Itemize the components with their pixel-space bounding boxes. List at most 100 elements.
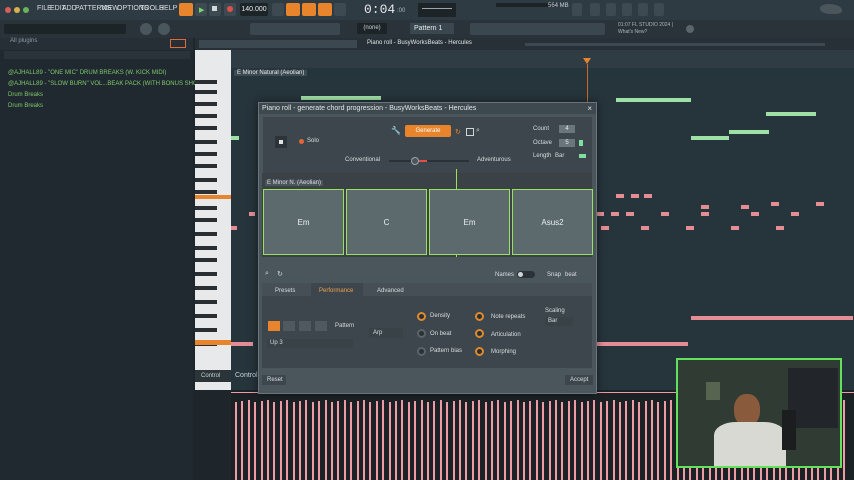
tab-advanced[interactable]: Advanced [377,288,404,294]
length-value[interactable]: Bar [555,153,564,159]
velocity-bar[interactable] [843,400,845,480]
velocity-bar[interactable] [337,401,340,480]
velocity-bar[interactable] [331,402,333,480]
velocity-bar[interactable] [663,401,666,480]
browser-search[interactable] [4,51,190,59]
velocity-bar[interactable] [350,402,353,480]
typing-keyboard-icon[interactable] [318,3,332,16]
velocity-bar[interactable] [459,400,461,480]
velocity-bar[interactable] [574,400,577,480]
chord-card-1[interactable]: Em [263,189,344,255]
pattern-bias-knob[interactable] [417,347,426,356]
morphing-knob[interactable] [475,347,484,356]
velocity-bar[interactable] [548,401,551,480]
refresh-icon[interactable]: ↻ [277,270,283,278]
channel-rack-icon[interactable] [606,3,616,16]
stop-preview-button[interactable] [275,136,287,148]
reset-button[interactable]: Reset [262,375,286,385]
velocity-bar[interactable] [241,401,244,480]
velocity-bar[interactable] [439,400,442,480]
velocity-bar[interactable] [516,400,519,480]
velocity-bar[interactable] [427,402,429,480]
arp-down-icon[interactable] [283,321,295,331]
velocity-bar[interactable] [599,402,602,480]
velocity-bar[interactable] [478,400,481,480]
refresh-icon[interactable] [572,3,582,16]
velocity-bar[interactable] [279,401,282,480]
news-line-2[interactable]: What's New? [618,29,647,35]
velocity-bar[interactable] [644,401,647,480]
playlist-icon[interactable] [654,3,664,16]
velocity-bar[interactable] [235,402,237,480]
velocity-bar[interactable] [651,400,653,480]
chord-card-3[interactable]: Em [429,189,510,255]
velocity-bar[interactable] [497,400,500,480]
browser-item[interactable]: Drum Breaks [8,103,43,109]
velocity-bar[interactable] [356,401,359,480]
metronome-icon[interactable] [272,3,284,16]
minimize-window-icon[interactable] [14,7,20,13]
velocity-bar[interactable] [555,400,557,480]
velocity-bar[interactable] [299,401,301,480]
velocity-bar[interactable] [465,402,468,480]
velocity-bar[interactable] [273,402,276,480]
zoom-icon[interactable]: ⌕ [476,127,480,135]
count-value[interactable]: 4 [559,125,575,133]
velocity-bar[interactable] [631,400,634,480]
copy-icon[interactable] [466,128,474,136]
plugin-picker-icon[interactable] [638,3,648,16]
velocity-bar[interactable] [625,401,628,480]
close-window-icon[interactable] [5,7,11,13]
help-icon[interactable] [622,3,632,16]
tab-presets[interactable]: Presets [275,288,295,294]
density-knob[interactable] [417,312,426,321]
velocity-bar[interactable] [420,400,423,480]
velocity-bar[interactable] [529,401,532,480]
scaling-dropdown[interactable]: Bar [545,317,573,326]
piano-roll-scrollbar[interactable] [525,43,825,46]
velocity-bar[interactable] [606,401,609,480]
velocity-bar[interactable] [619,402,621,480]
tab-performance[interactable]: Performance [319,288,353,294]
velocity-bar[interactable] [260,401,263,480]
pattern-song-toggle[interactable] [179,3,193,16]
dialog-close-icon[interactable]: × [587,103,592,114]
menu-help[interactable]: HELP [159,5,177,12]
velocity-bar[interactable] [286,400,289,480]
velocity-bar[interactable] [561,402,564,480]
mixer-icon[interactable] [590,3,600,16]
velocity-bar[interactable] [535,400,538,480]
velocity-bar[interactable] [471,401,474,480]
timeline-ruler[interactable] [231,50,854,68]
velocity-bar[interactable] [542,402,545,480]
articulation-knob[interactable] [475,329,484,338]
note-repeats-knob[interactable] [475,312,484,321]
browser-close-icon[interactable] [170,39,186,48]
velocity-bar[interactable] [510,401,513,480]
octave-arrows-icon[interactable] [579,140,583,146]
arp-random-icon[interactable] [299,321,311,331]
velocity-bar[interactable] [484,402,487,480]
velocity-bar[interactable] [657,402,660,480]
chord-card-4[interactable]: Asus2 [512,189,593,255]
velocity-bar[interactable] [305,400,308,480]
velocity-bar[interactable] [638,402,641,480]
snap-value[interactable]: beat [565,272,577,278]
velocity-bar[interactable] [433,401,436,480]
browser-item[interactable]: @AJHALL89 - "SLOW BURN" VOL...BEAK PACK … [8,81,207,87]
velocity-bar[interactable] [343,400,346,480]
velocity-bar[interactable] [523,402,525,480]
velocity-bar[interactable] [580,402,583,480]
play-button[interactable]: ▶ [195,3,207,16]
stop-button[interactable] [209,3,221,16]
arp-dropdown[interactable]: Arp [369,328,403,338]
accept-button[interactable]: Accept [565,375,593,385]
octave-value[interactable]: 5 [559,139,575,147]
blend-notes-icon[interactable] [302,3,316,16]
generate-button[interactable]: Generate [405,125,451,137]
solo-label[interactable]: Solo [307,138,319,144]
velocity-bar[interactable] [311,402,314,480]
tempo-display[interactable]: 140.000 [240,3,268,16]
velocity-bar[interactable] [503,402,506,480]
velocity-bar[interactable] [247,400,250,480]
